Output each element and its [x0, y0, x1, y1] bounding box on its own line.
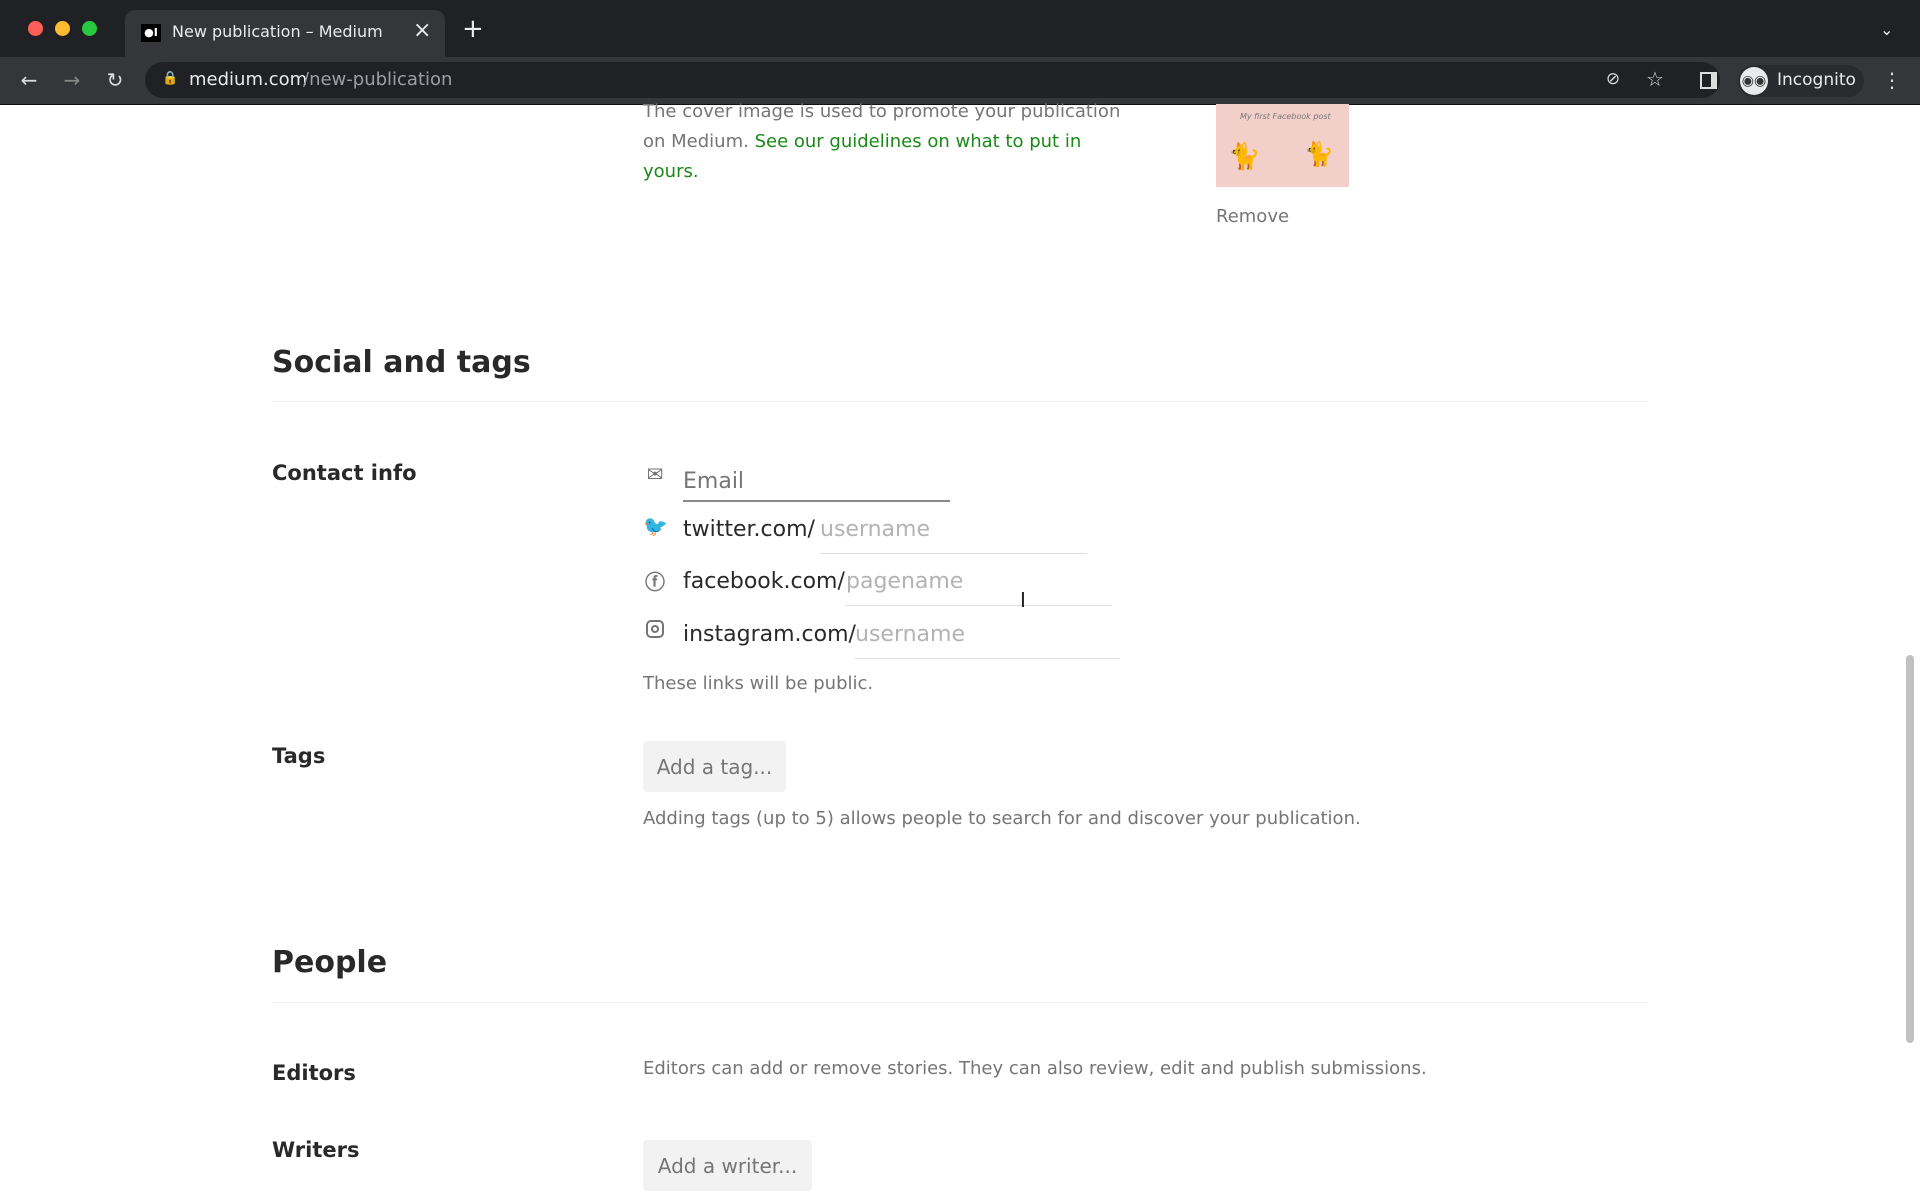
twitter-input-underline: [820, 553, 1087, 554]
twitter-prefix: twitter.com/: [683, 517, 815, 542]
instagram-prefix: instagram.com/: [683, 622, 856, 647]
tab-search-chevron-icon[interactable]: ⌄: [1880, 20, 1893, 39]
tags-note: Adding tags (up to 5) allows people to s…: [643, 808, 1361, 829]
twitter-icon: 🐦: [643, 514, 668, 538]
menu-kebab-icon[interactable]: ⋮: [1878, 68, 1906, 92]
medium-favicon-icon: ●I: [141, 24, 161, 42]
remove-image-button[interactable]: Remove: [1216, 206, 1289, 227]
tracking-eye-off-icon[interactable]: ⊘: [1599, 67, 1627, 91]
url-path: /new-publication: [303, 69, 453, 90]
divider: [272, 1002, 1648, 1003]
back-icon[interactable]: ←: [15, 68, 43, 92]
lock-icon: 🔒: [162, 71, 179, 86]
minimize-window-button[interactable]: [55, 21, 70, 36]
email-input[interactable]: [683, 462, 950, 502]
tags-label: Tags: [272, 744, 326, 768]
tab-new-publication[interactable]: ●I New publication – Medium ×: [125, 10, 445, 57]
add-tag-input[interactable]: Add a tag...: [643, 741, 786, 792]
links-public-note: These links will be public.: [643, 673, 874, 694]
profile-label: Incognito: [1777, 70, 1856, 90]
reload-icon[interactable]: ↻: [101, 68, 129, 92]
maximize-window-button[interactable]: [82, 21, 97, 36]
writers-label: Writers: [272, 1138, 360, 1162]
close-tab-icon[interactable]: ×: [413, 18, 431, 43]
facebook-input-underline: [846, 605, 1112, 606]
cat-drawing-icon: 🐈: [1228, 142, 1261, 172]
instagram-username-input[interactable]: username: [855, 622, 965, 647]
instagram-input-underline: [855, 658, 1120, 659]
cat-drawing-icon: 🐈: [1304, 140, 1334, 168]
email-icon: ✉: [646, 462, 664, 486]
scrollbar-thumb[interactable]: [1906, 655, 1914, 1043]
new-tab-button[interactable]: +: [462, 14, 484, 44]
text-cursor-icon: I: [1020, 588, 1026, 612]
address-bar[interactable]: 🔒 medium.com /new-publication ⊘ ☆: [145, 62, 1720, 98]
people-heading: People: [272, 945, 388, 980]
cover-description: The cover image is used to promote your …: [643, 101, 1121, 182]
forward-icon[interactable]: →: [58, 68, 86, 92]
twitter-username-input[interactable]: username: [820, 517, 930, 542]
bookmark-star-icon[interactable]: ☆: [1641, 67, 1669, 91]
incognito-profile-button[interactable]: ◉◉ Incognito: [1738, 65, 1864, 97]
add-writer-input[interactable]: Add a writer...: [643, 1140, 812, 1191]
facebook-prefix: facebook.com/: [683, 569, 845, 594]
editors-note: Editors can add or remove stories. They …: [643, 1058, 1427, 1079]
editors-label: Editors: [272, 1061, 356, 1085]
facebook-icon: ⓕ: [645, 570, 665, 594]
contact-info-label: Contact info: [272, 461, 417, 485]
facebook-pagename-input[interactable]: pagename: [846, 569, 963, 594]
tab-title: New publication – Medium: [172, 22, 383, 41]
cover-image-thumbnail: My first Facebook post 🐈 🐈: [1216, 104, 1349, 187]
close-window-button[interactable]: [28, 21, 43, 36]
side-panel-icon[interactable]: [1700, 72, 1717, 89]
instagram-icon: [646, 620, 664, 638]
url-domain: medium.com: [189, 69, 308, 90]
social-and-tags-heading: Social and tags: [272, 345, 531, 380]
image-caption: My first Facebook post: [1240, 112, 1331, 121]
incognito-icon: ◉◉: [1740, 67, 1768, 95]
divider: [272, 401, 1648, 402]
